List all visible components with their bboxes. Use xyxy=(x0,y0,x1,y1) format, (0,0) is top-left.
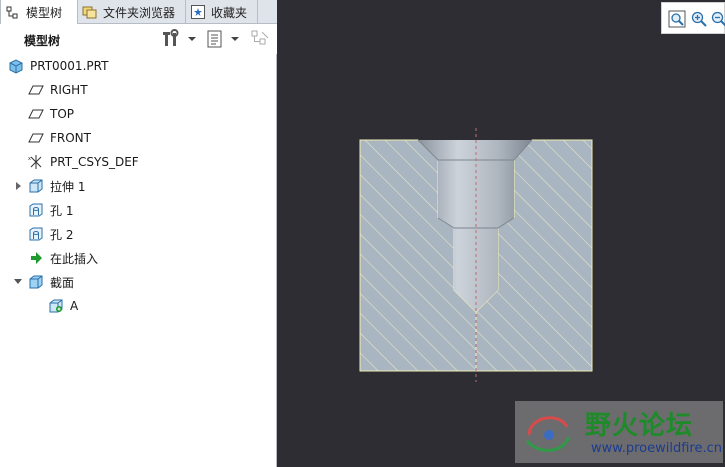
tree-item-top-plane[interactable]: TOP xyxy=(28,103,74,125)
tree-item-label: RIGHT xyxy=(50,83,88,97)
tab-model-tree[interactable]: 模型树 xyxy=(0,0,78,25)
show-dropdown-caret[interactable] xyxy=(231,37,239,41)
model-tree-title: 模型树 xyxy=(24,34,61,48)
model-tree-panel: 模型树 文件夹浏览器 收藏夹 模型树 PRT0001.PRT RIGHT TOP… xyxy=(0,0,277,467)
datum-plane-icon xyxy=(28,106,44,122)
tab-label: 模型树 xyxy=(26,6,63,20)
tree-item-right-plane[interactable]: RIGHT xyxy=(28,79,88,101)
tree-item-label: A xyxy=(70,299,79,313)
settings-tools-icon[interactable] xyxy=(162,29,182,49)
tab-label: 文件夹浏览器 xyxy=(103,5,176,20)
folder-icon xyxy=(82,4,98,20)
tree-item-sections[interactable]: 截面 xyxy=(28,271,74,293)
part-cube-icon xyxy=(8,58,24,74)
tree-item-label: PRT0001.PRT xyxy=(30,59,109,73)
collapse-section-arrow[interactable] xyxy=(14,279,22,284)
filter-tree-icon[interactable] xyxy=(250,29,270,49)
expand-extrude-arrow[interactable] xyxy=(16,182,21,190)
favorites-star-icon xyxy=(190,4,206,20)
svg-text:x: x xyxy=(28,156,31,162)
tree-item-label: TOP xyxy=(50,107,75,121)
datum-plane-icon xyxy=(28,82,44,98)
forum-watermark: 野火论坛 www.proewildfire.cn xyxy=(515,401,723,463)
hole-feature-icon xyxy=(28,226,44,242)
tab-label: 收藏夹 xyxy=(211,5,248,20)
tree-root-part[interactable]: PRT0001.PRT xyxy=(8,55,108,77)
insert-arrow-icon xyxy=(28,250,44,266)
tree-item-label: 在此插入 xyxy=(50,251,99,266)
tab-favorites[interactable]: 收藏夹 xyxy=(186,0,258,24)
section-feature-icon xyxy=(48,298,64,314)
model-tree-icon xyxy=(5,5,21,21)
tree-item-csys[interactable]: x PRT_CSYS_DEF xyxy=(28,151,139,173)
tab-folder-browser[interactable]: 文件夹浏览器 xyxy=(78,0,186,24)
tree-item-label: FRONT xyxy=(50,131,91,145)
panel-tabs: 模型树 文件夹浏览器 收藏夹 xyxy=(0,0,277,25)
model-tree-toolbar: 模型树 xyxy=(0,24,277,54)
hole-feature-icon xyxy=(28,202,44,218)
settings-dropdown-caret[interactable] xyxy=(188,37,196,41)
tree-item-label: PRT_CSYS_DEF xyxy=(50,155,139,169)
datum-plane-icon xyxy=(28,130,44,146)
tree-item-label: 孔 2 xyxy=(50,227,74,242)
tree-item-label: 截面 xyxy=(50,275,75,290)
tree-item-section-a[interactable]: A xyxy=(48,295,78,317)
extrude-feature-icon xyxy=(28,178,44,194)
coordinate-system-icon: x xyxy=(28,154,44,170)
tree-item-extrude[interactable]: 拉伸 1 xyxy=(28,175,85,197)
tree-item-hole-1[interactable]: 孔 1 xyxy=(28,199,73,221)
tree-item-insert-here[interactable]: 在此插入 xyxy=(28,247,98,269)
graphics-viewport[interactable] xyxy=(284,0,725,467)
tree-item-hole-2[interactable]: 孔 2 xyxy=(28,223,73,245)
forum-logo-icon xyxy=(519,405,579,459)
tree-item-label: 拉伸 1 xyxy=(50,179,86,194)
part-section-view xyxy=(359,128,593,382)
watermark-url: www.proewildfire.cn xyxy=(591,441,722,456)
section-folder-icon xyxy=(28,274,44,290)
show-list-icon[interactable] xyxy=(205,29,225,49)
tree-item-front-plane[interactable]: FRONT xyxy=(28,127,91,149)
watermark-title: 野火论坛 xyxy=(585,411,694,441)
tree-item-label: 孔 1 xyxy=(50,203,74,218)
